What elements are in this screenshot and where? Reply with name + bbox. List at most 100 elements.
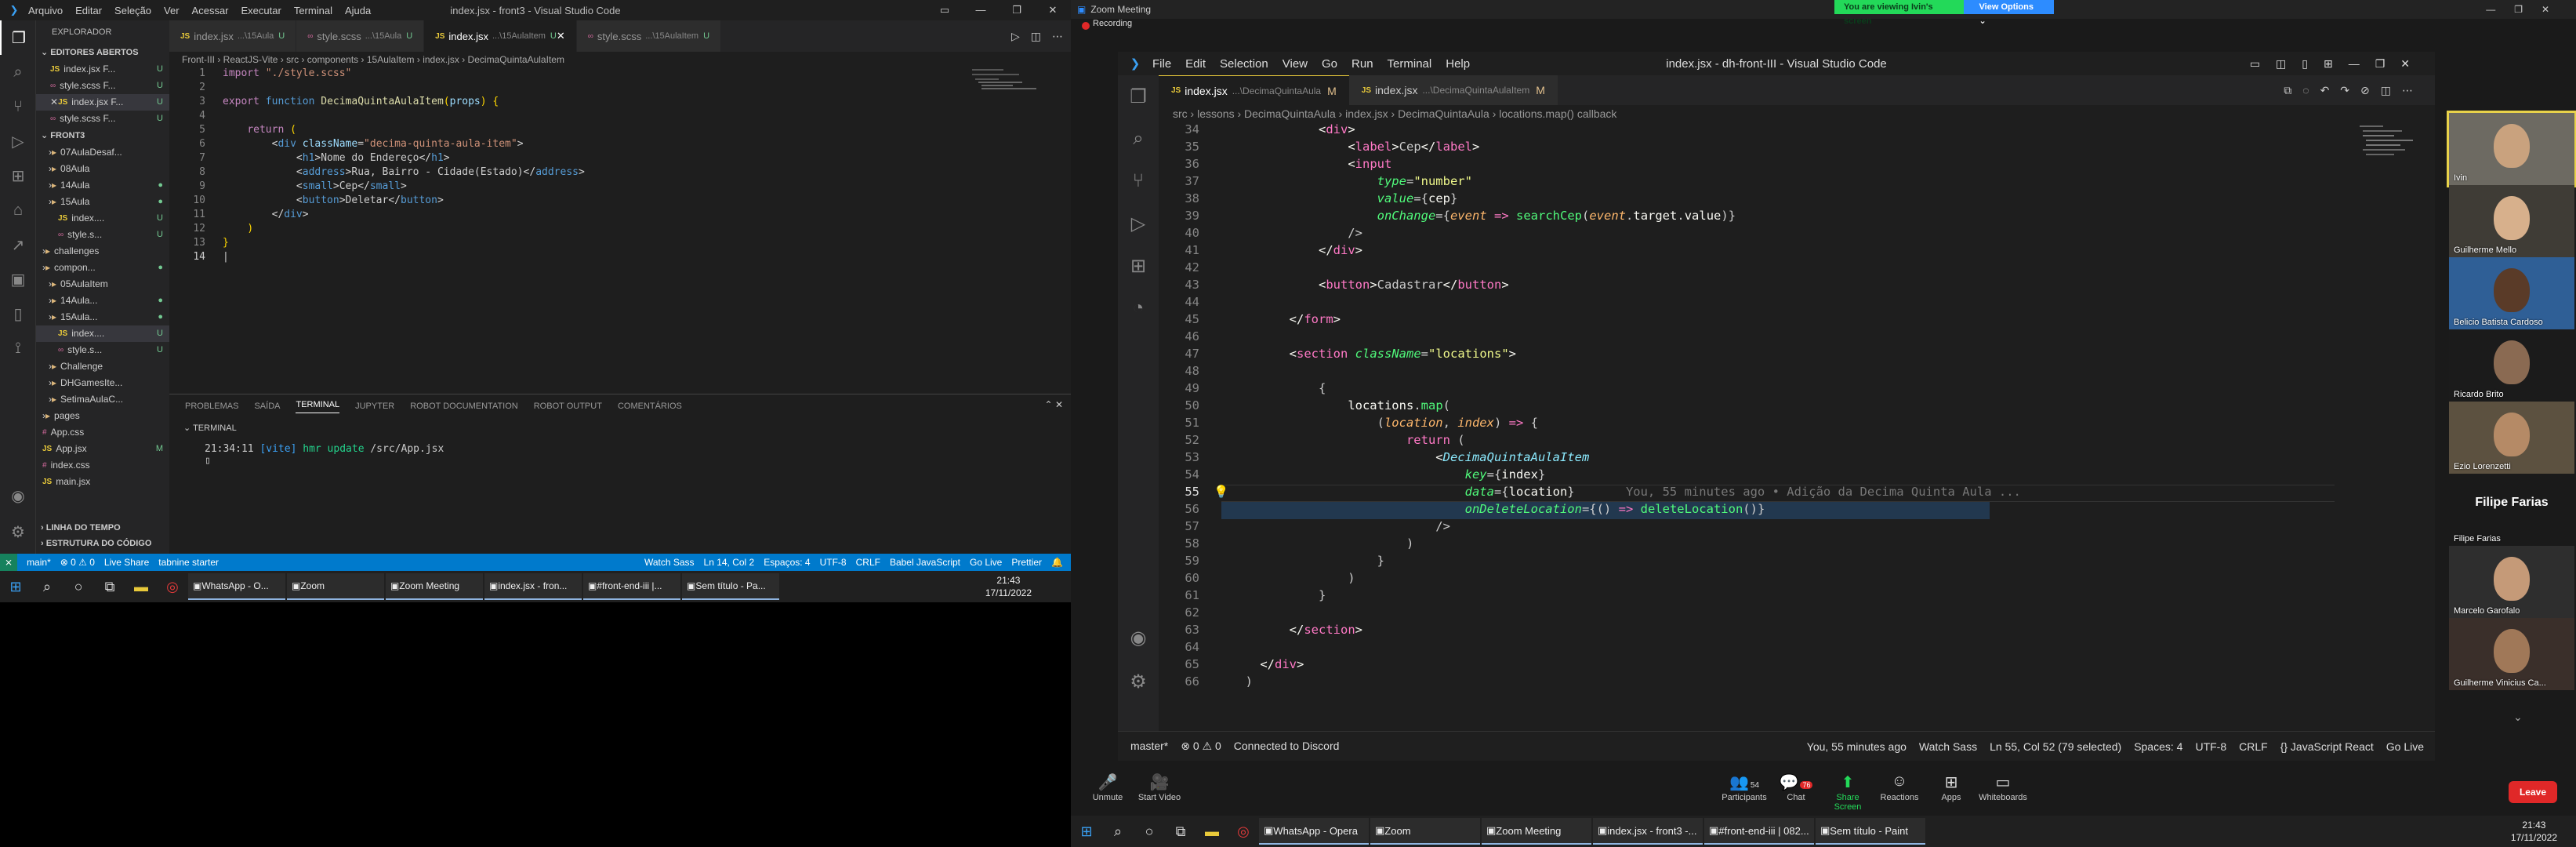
- shared-account-icon[interactable]: ◉: [1118, 616, 1159, 659]
- tree-file[interactable]: # index.css: [36, 457, 169, 474]
- zoom-window-controls[interactable]: —❐✕: [2486, 4, 2568, 15]
- split-editor-icon[interactable]: ◫: [1031, 30, 1041, 43]
- taskbar-app[interactable]: ▣ index.jsx - fron...: [484, 573, 582, 600]
- open-editor-item[interactable]: ✕ JS index.jsx F... U: [36, 94, 169, 111]
- search-icon[interactable]: ⌕: [1102, 823, 1134, 840]
- task-view-icon[interactable]: ⧉: [1165, 823, 1196, 840]
- status-item[interactable]: Watch Sass: [644, 557, 695, 568]
- shared-editor-tab[interactable]: JS index.jsx ...\DecimaQuintaAula M: [1159, 75, 1349, 105]
- shared-status-item[interactable]: {} JavaScript React: [2280, 740, 2374, 753]
- taskbar-app[interactable]: ▣ #front-end-iii | 082...: [1704, 818, 1814, 845]
- open-editor-item[interactable]: JS index.jsx F... U: [36, 61, 169, 78]
- status-item[interactable]: Prettier: [1011, 557, 1042, 568]
- menu-item[interactable]: Terminal: [294, 5, 332, 16]
- participant-tile[interactable]: Guilherme Mello: [2449, 185, 2574, 257]
- participant-tile[interactable]: Ezio Lorenzetti: [2449, 402, 2574, 474]
- settings-gear-icon[interactable]: ⚙: [0, 514, 36, 549]
- shared-status-item[interactable]: Watch Sass: [1919, 740, 1977, 753]
- taskbar-app[interactable]: ▣ Sem título - Paint: [1816, 818, 1925, 845]
- shared-status-item[interactable]: Ln 55, Col 52 (79 selected): [1990, 740, 2121, 753]
- system-clock[interactable]: 21:43 17/11/2022: [985, 574, 1071, 599]
- docker-icon[interactable]: ▣: [0, 262, 36, 296]
- taskbar-app[interactable]: ▣ Zoom: [1370, 818, 1480, 845]
- shared-status-item[interactable]: Spaces: 4: [2134, 740, 2182, 753]
- tree-folder[interactable]: › ▸ DHGamesIte...: [36, 375, 169, 391]
- tree-file[interactable]: JS index.... U: [36, 325, 169, 342]
- tree-folder[interactable]: › ▸ 05AulaItem: [36, 276, 169, 293]
- status-item[interactable]: Babel JavaScript: [890, 557, 960, 568]
- participant-tile[interactable]: Marcelo Garofalo: [2449, 546, 2574, 618]
- tree-file[interactable]: JS App.jsx M: [36, 441, 169, 457]
- zoom-control-button[interactable]: 👥 54 Participants: [1718, 772, 1770, 812]
- minimize-icon[interactable]: —: [963, 0, 999, 20]
- open-editors-section[interactable]: ⌄ EDITORES ABERTOS: [36, 44, 169, 61]
- shared-minimap[interactable]: [2356, 122, 2419, 201]
- participant-tile[interactable]: Belicio Batista Cardoso: [2449, 257, 2574, 329]
- windows-start-icon[interactable]: ⊞: [0, 579, 31, 595]
- taskbar-app[interactable]: ▣ index.jsx - front3 -...: [1593, 818, 1703, 845]
- shared-status-item[interactable]: master*: [1130, 740, 1168, 753]
- file-explorer-icon[interactable]: ▬: [125, 579, 157, 595]
- shared-search-icon[interactable]: ⌕: [1118, 118, 1159, 160]
- open-editor-item[interactable]: ∞ style.scss F... U: [36, 111, 169, 127]
- menu-item[interactable]: Arquivo: [28, 5, 63, 16]
- shared-settings-icon[interactable]: ⚙: [1118, 660, 1159, 703]
- editor-tab[interactable]: ∞ style.scss ...\15Aula U: [296, 20, 425, 52]
- shared-breadcrumb[interactable]: src › lessons › DecimaQuintaAula › index…: [1159, 105, 2435, 122]
- taskbar-app[interactable]: ▣ WhatsApp - Opera: [1259, 818, 1369, 845]
- run-debug-icon[interactable]: ▷: [0, 124, 36, 158]
- tree-folder[interactable]: › ▸ pages: [36, 408, 169, 424]
- panel-tab[interactable]: JUPYTER: [355, 402, 394, 411]
- close-panel-icon[interactable]: ✕: [1055, 399, 1063, 410]
- taskbar-app[interactable]: ▣ Zoom Meeting: [1482, 818, 1591, 845]
- shared-status-item[interactable]: CRLF: [2239, 740, 2268, 753]
- panel-tab[interactable]: PROBLEMAS: [185, 402, 238, 411]
- minimap[interactable]: [969, 67, 1047, 99]
- cortana-icon[interactable]: ○: [1134, 823, 1165, 840]
- maximize-panel-icon[interactable]: ⌃: [1045, 399, 1053, 410]
- shared-status-item[interactable]: UTF-8: [2195, 740, 2226, 753]
- participant-tile[interactable]: Filipe Farias Filipe Farias: [2449, 474, 2574, 546]
- taskbar-app[interactable]: ▣ #front-end-iii |...: [583, 573, 680, 600]
- panel-tab[interactable]: ROBOT DOCUMENTATION: [410, 402, 518, 411]
- zoom-control-button[interactable]: ⬆ Share Screen: [1822, 772, 1874, 812]
- shared-editor-tab[interactable]: JS index.jsx ...\DecimaQuintaAulaItem M: [1348, 75, 1558, 105]
- notebook-icon[interactable]: ▯: [0, 296, 36, 331]
- editor-tab[interactable]: ∞ style.scss ...\15AulaItem U: [576, 20, 722, 52]
- tree-folder[interactable]: › ▸ 15Aula ●: [36, 194, 169, 210]
- file-explorer-icon[interactable]: ▬: [1196, 823, 1228, 840]
- shared-status-item[interactable]: You, 55 minutes ago: [1807, 740, 1907, 753]
- layout-icon[interactable]: ▭: [927, 0, 963, 20]
- shared-status-item[interactable]: Connected to Discord: [1234, 740, 1340, 753]
- live-share-icon[interactable]: ↗: [0, 227, 36, 262]
- explorer-icon[interactable]: ❐: [0, 20, 36, 55]
- gallery-scroll-down-icon[interactable]: ⌄: [2513, 711, 2523, 724]
- panel-tab[interactable]: TERMINAL: [296, 400, 340, 413]
- shared-source-control-icon[interactable]: ⑂: [1118, 160, 1159, 202]
- status-item[interactable]: UTF-8: [820, 557, 847, 568]
- menu-item[interactable]: Editar: [75, 5, 102, 16]
- tree-file[interactable]: JS main.jsx: [36, 474, 169, 490]
- search-icon[interactable]: ⌕: [31, 579, 63, 595]
- status-item[interactable]: CRLF: [856, 557, 880, 568]
- zoom-control-button[interactable]: 🎥 Start Video: [1134, 772, 1185, 812]
- more-actions-icon[interactable]: ⋯: [1052, 30, 1063, 43]
- status-item[interactable]: Go Live: [970, 557, 1002, 568]
- participant-tile[interactable]: Guilherme Vinicius Ca...: [2449, 618, 2574, 690]
- tree-folder[interactable]: › ▸ Challenge: [36, 358, 169, 375]
- zoom-control-button[interactable]: 💬 76 Chat: [1770, 772, 1822, 812]
- close-icon[interactable]: ✕: [50, 94, 58, 111]
- tree-folder[interactable]: › ▸ 14Aula ●: [36, 177, 169, 194]
- status-item[interactable]: main*: [27, 557, 51, 568]
- zoom-control-button[interactable]: ⊞ Apps: [1925, 772, 1977, 812]
- zoom-control-button[interactable]: ▭ Whiteboards: [1977, 772, 2029, 812]
- outline-section[interactable]: › ESTRUTURA DO CÓDIGO: [36, 535, 169, 552]
- view-options-button[interactable]: View Options ⌄: [1963, 0, 2054, 26]
- close-icon[interactable]: ✕: [1035, 0, 1071, 20]
- tree-file[interactable]: ∞ style.s... U: [36, 227, 169, 243]
- taskbar-app[interactable]: ▣ Zoom: [287, 573, 384, 600]
- extensions-icon[interactable]: ⊞: [0, 158, 36, 193]
- tree-folder[interactable]: › ▸ 15Aula... ●: [36, 309, 169, 325]
- shared-run-icon[interactable]: ▷: [1118, 202, 1159, 245]
- status-item[interactable]: Live Share: [104, 557, 149, 568]
